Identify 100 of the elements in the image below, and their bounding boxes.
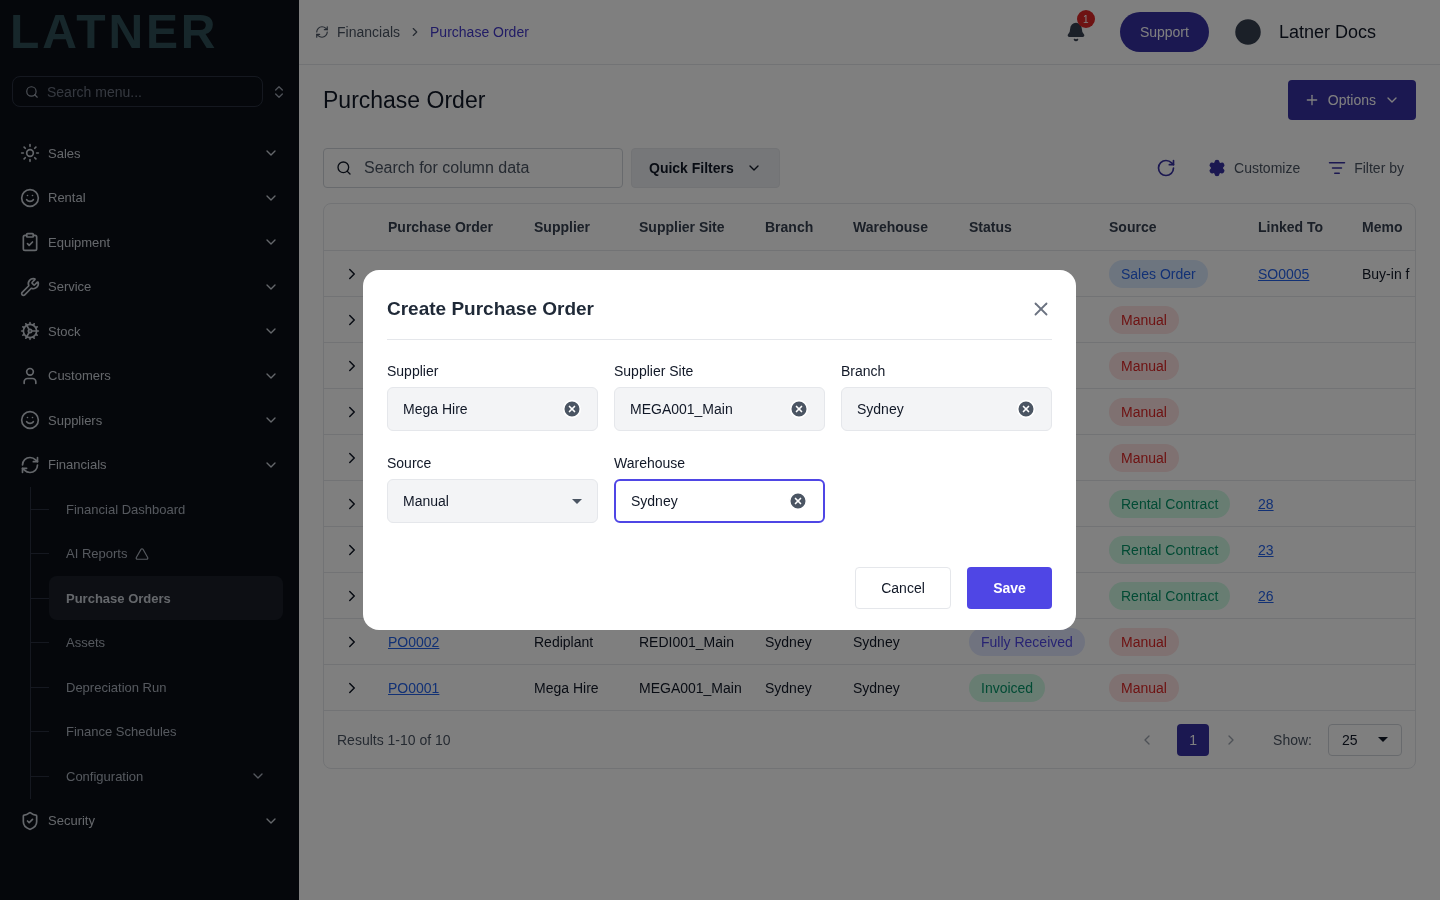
source-badge: Sales Order bbox=[1109, 259, 1208, 288]
linked-to-link[interactable]: 28 bbox=[1258, 495, 1274, 512]
breadcrumb-current: Purchase Order bbox=[430, 23, 529, 42]
sidebar-item[interactable]: Stock bbox=[0, 309, 299, 354]
options-button[interactable]: Options bbox=[1287, 80, 1416, 120]
clear-icon[interactable] bbox=[1016, 399, 1036, 419]
shield-icon bbox=[20, 810, 40, 831]
sidebar-item[interactable]: Suppliers bbox=[0, 398, 299, 443]
po-link[interactable]: PO0001 bbox=[388, 679, 440, 696]
table-search-field[interactable]: Search for column data bbox=[323, 148, 623, 188]
support-button[interactable]: Support bbox=[1119, 12, 1209, 52]
column-header[interactable]: Linked To bbox=[1258, 217, 1362, 237]
input-field[interactable]: Sydney bbox=[841, 387, 1052, 431]
table-cell: REDI001_Main bbox=[639, 633, 734, 650]
column-header[interactable]: Supplier bbox=[534, 217, 639, 237]
customize-button[interactable]: Customize bbox=[1208, 158, 1301, 178]
source-badge: Rental Contract bbox=[1109, 581, 1231, 610]
column-header[interactable]: Warehouse bbox=[853, 217, 969, 237]
dropdown-caret-icon bbox=[572, 498, 582, 504]
sidebar-item[interactable]: Customers bbox=[0, 353, 299, 398]
sidebar-subitem[interactable]: Configuration bbox=[49, 754, 283, 799]
column-header[interactable]: Supplier Site bbox=[639, 217, 765, 237]
table-cell: Sydney bbox=[765, 633, 812, 650]
cancel-button[interactable]: Cancel bbox=[855, 567, 951, 609]
clear-icon[interactable] bbox=[789, 399, 809, 419]
sidebar-subitem[interactable]: Assets bbox=[49, 620, 283, 665]
column-header[interactable]: Purchase Order bbox=[388, 217, 534, 237]
gear-icon bbox=[20, 321, 40, 342]
wrench-icon bbox=[20, 276, 40, 297]
sidebar-item[interactable]: Security bbox=[0, 798, 299, 843]
sidebar-item[interactable]: Sales bbox=[0, 131, 299, 176]
breadcrumb-link[interactable]: Financials bbox=[337, 22, 401, 42]
source-badge: Manual bbox=[1109, 443, 1179, 472]
filter-icon bbox=[1328, 159, 1347, 177]
table-cell: Buy-in f bbox=[1362, 265, 1410, 282]
source-badge: Manual bbox=[1109, 305, 1179, 334]
refresh-icon[interactable] bbox=[1156, 158, 1177, 178]
linked-to-link[interactable]: SO0005 bbox=[1258, 265, 1310, 282]
clipboard-icon bbox=[20, 232, 40, 253]
sidebar-item[interactable]: Financials bbox=[0, 442, 299, 487]
save-button[interactable]: Save bbox=[967, 567, 1052, 609]
page-title: Purchase Order bbox=[323, 85, 486, 115]
sidebar-subitem[interactable]: Finance Schedules bbox=[49, 709, 283, 754]
column-header[interactable]: Source bbox=[1109, 217, 1258, 237]
user-name: Latner Docs bbox=[1278, 21, 1376, 44]
po-link[interactable]: PO0002 bbox=[388, 633, 440, 650]
sidebar-subitem[interactable]: Purchase Orders bbox=[49, 576, 283, 621]
gear-icon bbox=[1208, 159, 1227, 177]
column-header[interactable]: Branch bbox=[765, 217, 853, 237]
column-header[interactable]: Status bbox=[969, 217, 1109, 237]
select-field[interactable]: Manual bbox=[387, 479, 598, 523]
field-label: Branch bbox=[841, 362, 887, 381]
dropdown-caret-icon bbox=[1378, 737, 1388, 742]
input-field[interactable]: Mega Hire bbox=[387, 387, 598, 431]
source-badge: Manual bbox=[1109, 673, 1179, 702]
input-field[interactable]: MEGA001_Main bbox=[614, 387, 825, 431]
filter-by-button[interactable]: Filter by bbox=[1328, 158, 1404, 178]
table-cell: Sydney bbox=[765, 679, 812, 696]
linked-to-link[interactable]: 26 bbox=[1258, 587, 1274, 604]
user-icon bbox=[20, 365, 40, 386]
field-label: Supplier bbox=[387, 362, 440, 381]
face-icon bbox=[20, 187, 40, 208]
sidebar-item[interactable]: Service bbox=[0, 264, 299, 309]
field-label: Supplier Site bbox=[614, 362, 695, 381]
results-count: Results 1-10 of 10 bbox=[337, 730, 451, 750]
source-badge: Manual bbox=[1109, 397, 1179, 426]
table-cell: Rediplant bbox=[534, 633, 594, 650]
table-cell: Sydney bbox=[853, 633, 900, 650]
column-header[interactable]: Memo bbox=[1362, 217, 1415, 237]
input-field[interactable]: Sydney bbox=[614, 479, 825, 523]
sidebar-item[interactable]: Rental bbox=[0, 175, 299, 220]
source-badge: Rental Contract bbox=[1109, 489, 1231, 518]
table-cell: Sydney bbox=[853, 679, 900, 696]
sidebar-item[interactable]: Equipment bbox=[0, 220, 299, 265]
field-label: Warehouse bbox=[614, 454, 687, 473]
notification-bell-icon[interactable] bbox=[1065, 22, 1086, 42]
search-icon bbox=[25, 84, 39, 99]
clear-icon[interactable] bbox=[562, 399, 582, 419]
clear-icon[interactable] bbox=[788, 491, 808, 511]
page-size-select[interactable]: 25 bbox=[1328, 723, 1402, 756]
source-badge: Manual bbox=[1109, 351, 1179, 380]
sun-icon bbox=[20, 143, 40, 164]
notification-count: 1 bbox=[1076, 10, 1095, 28]
source-badge: Rental Contract bbox=[1109, 535, 1231, 564]
sidebar-subitem[interactable]: Depreciation Run bbox=[49, 665, 283, 710]
sidebar-subitem[interactable]: Financial Dashboard bbox=[49, 487, 283, 532]
face-icon bbox=[20, 410, 40, 431]
field-label: Source bbox=[387, 454, 433, 473]
source-badge: Manual bbox=[1109, 627, 1179, 656]
status-badge: Invoiced bbox=[969, 673, 1046, 702]
dialog-title: Create Purchase Order bbox=[387, 297, 594, 322]
linked-to-link[interactable]: 23 bbox=[1258, 541, 1274, 558]
table-cell: Mega Hire bbox=[534, 679, 599, 696]
search-placeholder: Search for column data bbox=[364, 158, 530, 178]
table-cell: MEGA001_Main bbox=[639, 679, 742, 696]
cycle-icon bbox=[20, 454, 40, 475]
page-button[interactable]: 1 bbox=[1177, 723, 1210, 756]
quick-filters-button[interactable]: Quick Filters bbox=[631, 148, 780, 188]
sidebar-subitem[interactable]: AI Reports bbox=[49, 531, 283, 576]
show-label: Show: bbox=[1273, 730, 1312, 750]
